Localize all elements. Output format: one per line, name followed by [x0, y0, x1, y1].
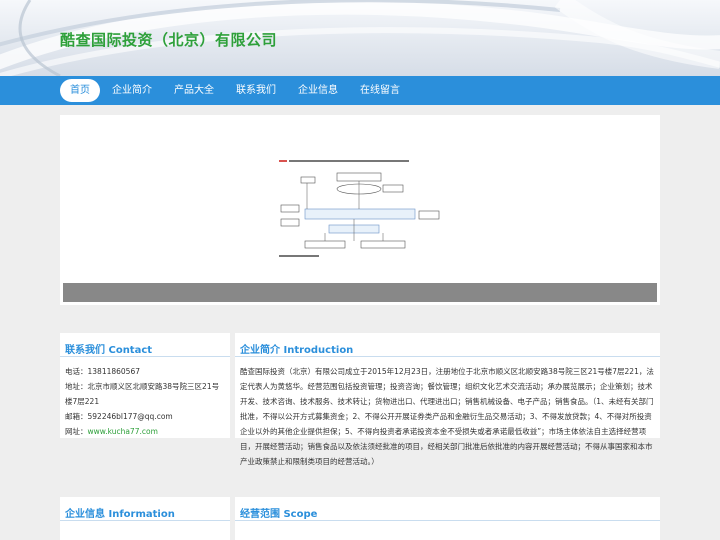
contact-heading: 联系我们 Contact [60, 333, 230, 357]
nav-item-company-info[interactable]: 企业信息 [288, 79, 348, 102]
info-heading: 企业信息 Information [60, 497, 230, 521]
site-title[interactable]: 酷查国际投资（北京）有限公司 [60, 29, 277, 50]
nav-item-home[interactable]: 首页 [60, 79, 100, 102]
intro-text: 酷查国际投资（北京）有限公司成立于2015年12月23日，注册地位于北京市顺义区… [240, 367, 654, 466]
contact-phone: 电话：13811860567 [65, 367, 140, 376]
nav-item-contact[interactable]: 联系我们 [226, 79, 286, 102]
banner-caption-bar [63, 283, 657, 302]
main-nav: 首页 企业简介 产品大全 联系我们 企业信息 在线留言 [0, 76, 720, 105]
contact-website-label: 网址： [65, 427, 88, 436]
nav-item-products[interactable]: 产品大全 [164, 79, 224, 102]
scope-card: 经营范围 Scope [235, 497, 660, 540]
intro-card: 企业简介 Introduction 酷查国际投资（北京）有限公司成立于2015年… [235, 333, 660, 466]
contact-address: 地址：北京市顺义区北顺安路38号院三区21号楼7层221 [65, 382, 220, 406]
contact-email: 邮箱：592246bl177@qq.com [65, 412, 173, 421]
banner-diagram-image [279, 160, 440, 257]
scope-heading: 经营范围 Scope [235, 497, 660, 521]
intro-heading: 企业简介 Introduction [235, 333, 660, 357]
contact-card: 联系我们 Contact 电话：13811860567 地址：北京市顺义区北顺安… [60, 333, 230, 438]
nav-item-message[interactable]: 在线留言 [350, 79, 410, 102]
header: 酷查国际投资（北京）有限公司 [0, 0, 720, 76]
contact-website-link[interactable]: www.kucha77.com [88, 427, 158, 436]
contact-website: 网址：www.kucha77.com [65, 424, 224, 439]
nav-item-about[interactable]: 企业简介 [102, 79, 162, 102]
banner [60, 115, 660, 305]
info-card: 企业信息 Information [60, 497, 230, 540]
